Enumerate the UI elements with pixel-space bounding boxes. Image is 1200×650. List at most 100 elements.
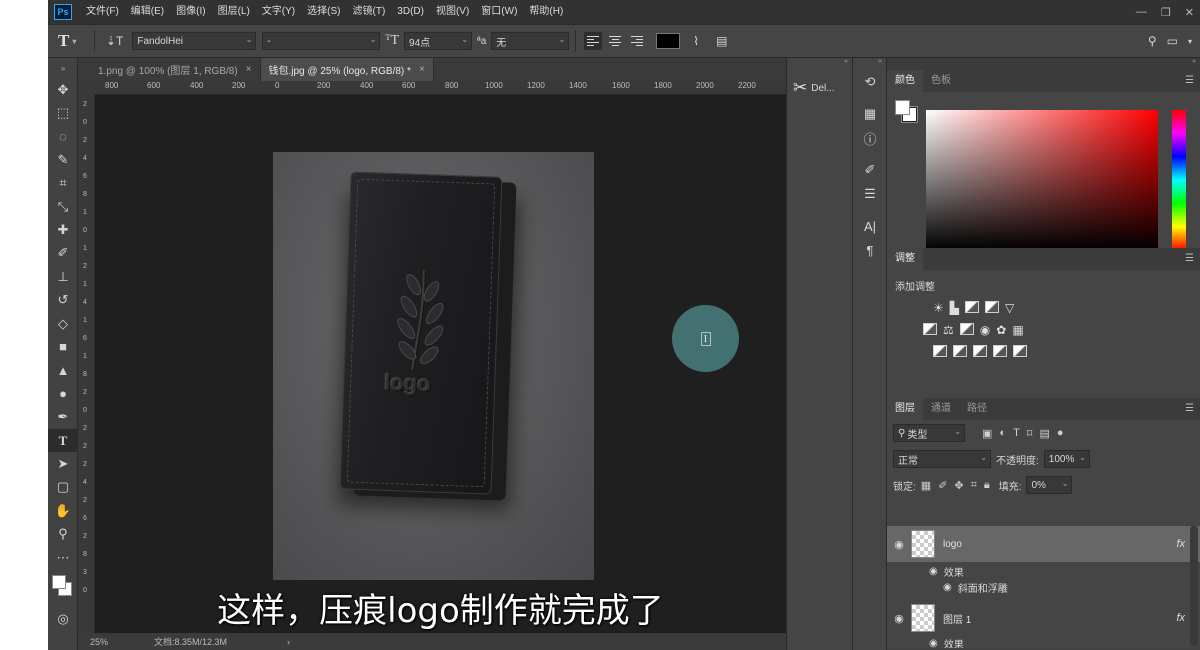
crop-tool-icon[interactable]: ⌗ <box>48 172 78 195</box>
align-left-icon[interactable] <box>584 32 603 50</box>
close-tab-icon[interactable]: × <box>419 64 425 75</box>
status-arrow-icon[interactable]: › <box>287 637 290 647</box>
ruler-horizontal[interactable]: 800 600 400 200 0 200 400 600 800 1000 1… <box>95 81 786 95</box>
layers-scrollbar[interactable] <box>1190 526 1198 646</box>
fx-icon[interactable]: fx <box>1176 538 1185 550</box>
collapse-icon[interactable]: « <box>787 58 852 70</box>
filter-type-icon[interactable]: T <box>1013 427 1020 440</box>
eyedropper-tool-icon[interactable]: ⤡ <box>48 195 78 218</box>
foreground-swatch[interactable] <box>895 100 910 115</box>
lock-all-icon[interactable]: 🔒︎ <box>984 479 990 492</box>
selective-color-icon[interactable] <box>993 345 1007 357</box>
vibrance-icon[interactable]: ▽ <box>1005 301 1014 315</box>
layer-filter-select[interactable]: ⚲ 类型 ⌄ <box>893 424 965 442</box>
workspace-icon[interactable]: ▭ <box>1167 34 1178 48</box>
zoom-level[interactable]: 25% <box>90 637 150 647</box>
menu-layer[interactable]: 图层(L) <box>212 0 256 24</box>
tool-preset-item[interactable]: ✂ Del... <box>787 70 852 106</box>
properties-icon[interactable]: ☰ <box>853 182 887 206</box>
menu-edit[interactable]: 编辑(E) <box>125 0 170 24</box>
panel-menu-icon[interactable]: ☰ <box>1185 253 1194 264</box>
menu-3d[interactable]: 3D(D) <box>391 0 430 24</box>
filter-adjustment-icon[interactable]: ◐ <box>999 427 1006 440</box>
layer-name[interactable]: 图层 1 <box>943 611 971 626</box>
tab-wallet[interactable]: 钱包.jpg @ 25% (logo, RGB/8) * × <box>260 58 434 81</box>
tab-adjustments[interactable]: 调整 <box>887 248 923 270</box>
eraser-tool-icon[interactable]: ◇ <box>48 312 78 335</box>
paragraph-icon[interactable]: ¶ <box>853 238 887 262</box>
quick-select-tool-icon[interactable]: ✎ <box>48 148 78 171</box>
close-tab-icon[interactable]: × <box>246 64 252 75</box>
gradient-map-icon[interactable] <box>1013 345 1027 357</box>
font-style-select[interactable]: - ⌄ <box>262 32 381 50</box>
ruler-vertical[interactable]: 2024681012141618202224262830 <box>78 95 95 633</box>
align-right-icon[interactable] <box>628 32 646 50</box>
history-icon[interactable]: ⟲ <box>853 70 887 94</box>
levels-icon[interactable]: ▙ <box>950 301 959 315</box>
collapse-icon[interactable]: » <box>48 58 78 78</box>
brightness-icon[interactable]: ☀ <box>933 301 944 315</box>
color-lookup-icon[interactable]: ▦ <box>1012 323 1023 337</box>
brush-settings-icon[interactable]: ✐ <box>853 158 887 182</box>
black-white-icon[interactable] <box>959 323 974 335</box>
clone-stamp-tool-icon[interactable]: ⊥ <box>48 265 78 288</box>
color-swatches[interactable] <box>48 569 78 607</box>
curves-icon[interactable] <box>965 301 979 313</box>
type-tool-icon[interactable]: T <box>48 428 78 453</box>
tab-layers[interactable]: 图层 <box>887 398 923 420</box>
libraries-icon[interactable]: ▦ <box>853 102 887 126</box>
blur-tool-icon[interactable]: ▲ <box>48 359 78 382</box>
foreground-color-icon[interactable] <box>52 575 66 590</box>
eye-icon[interactable]: ◉ <box>943 582 952 593</box>
restore-icon[interactable]: ❐ <box>1161 6 1171 19</box>
filter-toggle-icon[interactable]: ● <box>1057 427 1064 440</box>
layer-row[interactable]: ◉ 图层 1 fx <box>887 600 1200 636</box>
chevron-down-icon[interactable]: ▾ <box>1188 37 1192 46</box>
menu-view[interactable]: 视图(V) <box>430 0 475 24</box>
gradient-tool-icon[interactable]: ■ <box>48 335 78 358</box>
effect-item[interactable]: ◉ 斜面和浮雕 <box>887 580 1200 595</box>
font-family-select[interactable]: FandolHei ⌄ <box>132 32 257 50</box>
canvas-area[interactable]: logo I 这样，压痕logo制作就完成了 <box>95 95 786 633</box>
info-icon[interactable]: ⓘ <box>853 126 887 150</box>
tab-paths[interactable]: 路径 <box>959 398 995 420</box>
menu-help[interactable]: 帮助(H) <box>523 0 569 24</box>
hand-tool-icon[interactable]: ✋ <box>48 499 78 522</box>
blend-mode-select[interactable]: 正常 ⌄ <box>893 450 991 468</box>
photo-filter-icon[interactable]: ◉ <box>980 323 990 337</box>
fg-bg-swatch[interactable] <box>895 100 921 126</box>
filter-pixel-icon[interactable]: ▣ <box>982 427 992 440</box>
tab-color[interactable]: 颜色 <box>887 70 923 92</box>
color-balance-icon[interactable]: ⚖ <box>943 323 954 337</box>
eye-icon[interactable]: ◉ <box>887 538 911 551</box>
tab-1png[interactable]: 1.png @ 100% (图层 1, RGB/8) × <box>90 58 261 81</box>
zoom-tool-icon[interactable]: ⚲ <box>48 522 78 545</box>
opacity-input[interactable]: 100% ⌄ <box>1043 450 1090 468</box>
search-icon[interactable]: ⚲ <box>1148 34 1157 48</box>
layer-row[interactable]: ◉ logo fx <box>887 526 1200 562</box>
channel-mixer-icon[interactable]: ✿ <box>996 323 1006 337</box>
pen-tool-icon[interactable]: ✒ <box>48 405 78 428</box>
collapse-icon[interactable]: « <box>887 58 1200 70</box>
path-select-tool-icon[interactable]: ➤ <box>48 452 78 475</box>
align-center-icon[interactable] <box>606 32 624 50</box>
type-tool-preset-icon[interactable]: T ▾ <box>58 28 88 54</box>
exposure-icon[interactable] <box>985 301 999 313</box>
lock-position-icon[interactable]: ✥ <box>954 479 963 492</box>
marquee-tool-icon[interactable]: ⬚ <box>48 101 78 124</box>
close-icon[interactable]: ✕ <box>1185 6 1194 19</box>
quick-mask-icon[interactable]: ◎ <box>48 607 78 630</box>
eye-icon[interactable]: ◉ <box>887 612 911 625</box>
filter-smart-icon[interactable]: ▤ <box>1039 427 1049 440</box>
collapse-icon[interactable]: « <box>853 58 886 70</box>
history-brush-tool-icon[interactable]: ↺ <box>48 289 78 312</box>
lock-artboard-icon[interactable]: ⌗ <box>971 479 977 492</box>
dodge-tool-icon[interactable]: ● <box>48 382 78 405</box>
color-field[interactable] <box>926 110 1158 250</box>
menu-image[interactable]: 图像(I) <box>170 0 211 24</box>
menu-select[interactable]: 选择(S) <box>301 0 346 24</box>
hue-slider[interactable] <box>1172 110 1186 250</box>
lock-transparent-icon[interactable]: ▦ <box>921 479 931 492</box>
character-icon[interactable]: A| <box>853 214 887 238</box>
minimize-icon[interactable]: — <box>1136 6 1147 18</box>
